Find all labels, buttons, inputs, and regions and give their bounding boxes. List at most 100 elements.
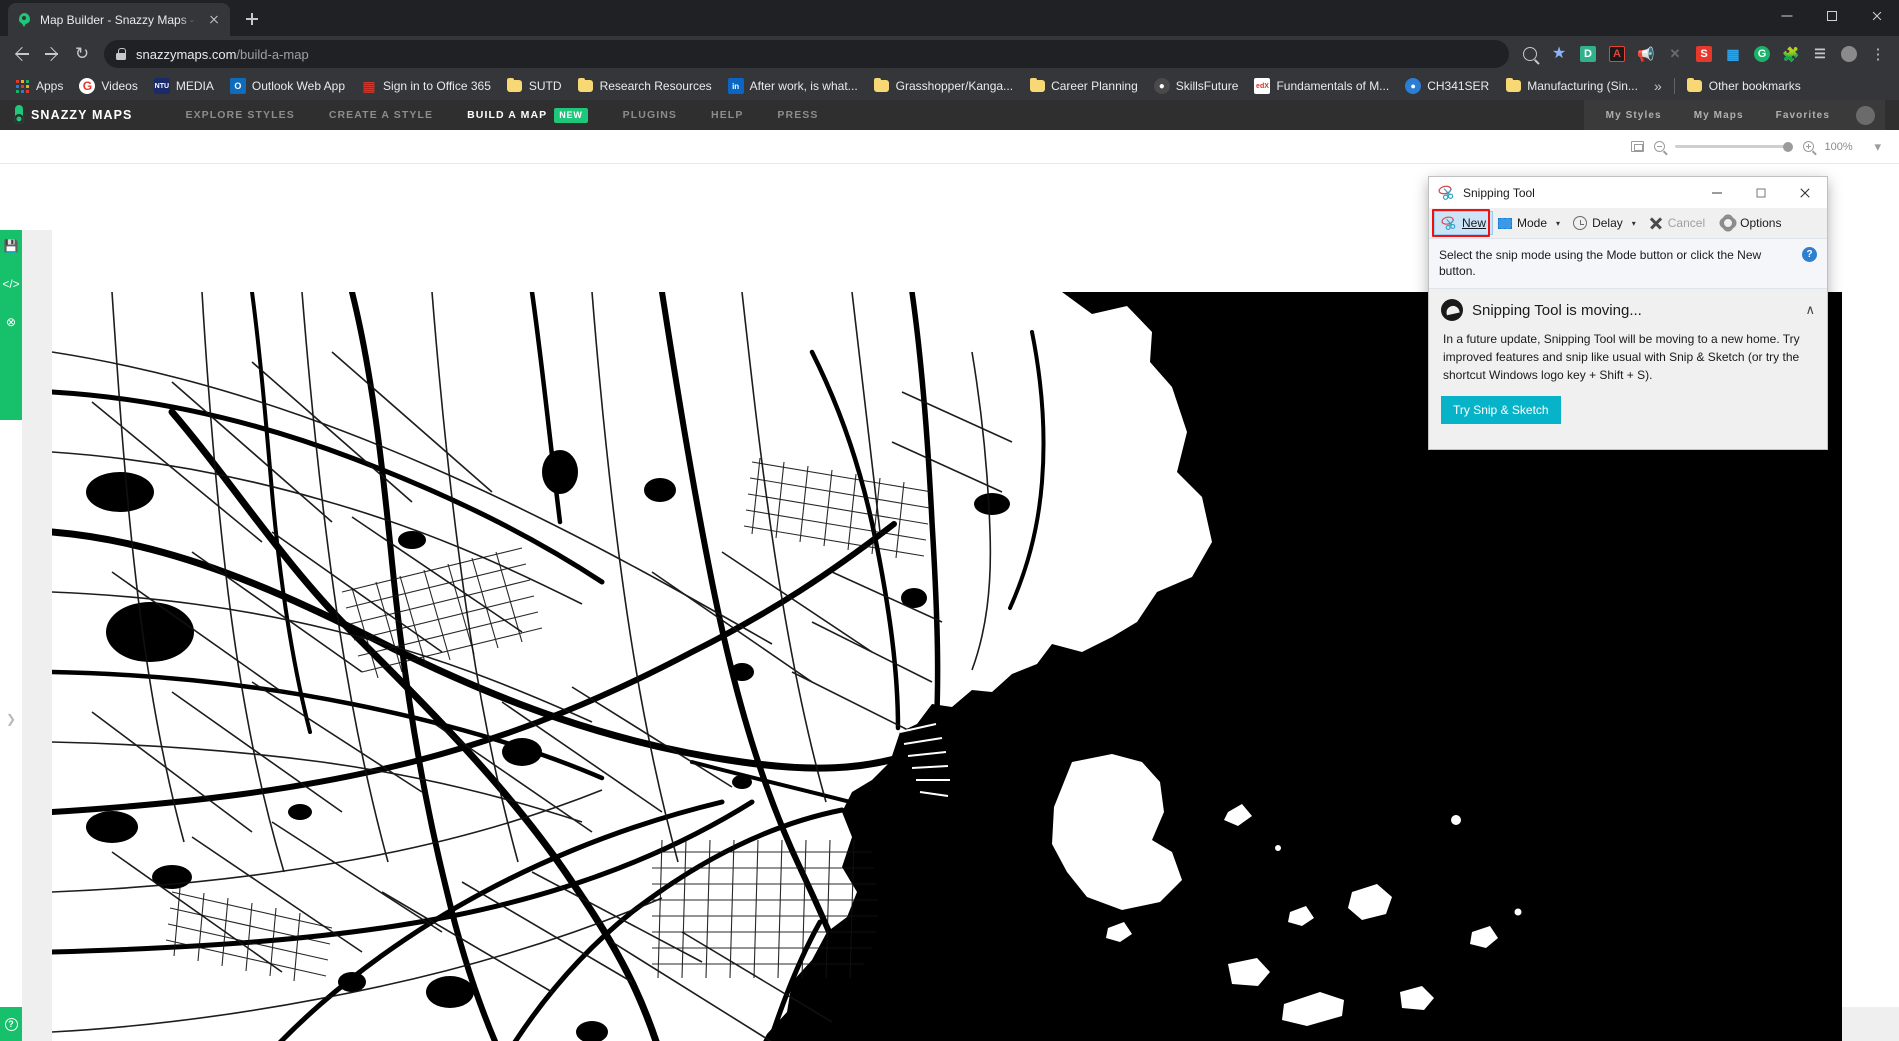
zoom-slider[interactable] — [1675, 145, 1793, 148]
zoom-slider-knob[interactable] — [1783, 142, 1793, 152]
folder-icon — [578, 78, 594, 94]
delay-caret-icon[interactable]: ▾ — [1629, 219, 1643, 228]
panel-collapse-handle[interactable]: ❯ — [6, 712, 16, 726]
extensions-puzzle-icon[interactable]: 🧩 — [1778, 41, 1804, 67]
bookmark-research-resources[interactable]: Research Resources — [570, 75, 720, 97]
bookmark-career-planning[interactable]: Career Planning — [1021, 75, 1146, 97]
bookmark-label: CH341SER — [1427, 79, 1489, 93]
bookmark-fundamentals-of-m[interactable]: edX Fundamentals of M... — [1246, 75, 1397, 97]
window-maximize-button[interactable] — [1809, 0, 1854, 32]
back-arrow-icon[interactable] — [8, 40, 36, 68]
snipping-close-button[interactable] — [1783, 177, 1827, 208]
extension-grammarly-icon[interactable]: G — [1749, 41, 1775, 67]
playlist-icon[interactable]: ☰ — [1807, 41, 1833, 67]
avatar[interactable] — [1856, 106, 1875, 125]
zoom-search-icon[interactable] — [1517, 41, 1543, 67]
screenshot-icon[interactable] — [1631, 141, 1644, 152]
delay-button[interactable]: Delay — [1567, 213, 1629, 233]
nav-new-badge: NEW — [554, 108, 587, 123]
nav-create-a-style[interactable]: CREATE A STYLE — [312, 109, 450, 121]
window-minimize-button[interactable] — [1764, 0, 1809, 32]
snazzy-maps-logo[interactable]: SNAZZY MAPS — [14, 105, 132, 125]
extension-x-icon[interactable]: ✕ — [1662, 41, 1688, 67]
chrome-menu-kebab-icon[interactable]: ⋮ — [1865, 41, 1891, 67]
extension-docs-icon[interactable]: D — [1575, 41, 1601, 67]
editor-rail: 💾 </> ⊗ — [0, 230, 22, 420]
bookmark-other-bookmarks[interactable]: Other bookmarks — [1679, 75, 1809, 97]
bookmark-label: SkillsFuture — [1176, 79, 1239, 93]
reload-icon[interactable]: ↻ — [68, 40, 96, 68]
snipping-hint-text: Select the snip mode using the Mode butt… — [1439, 247, 1794, 279]
bookmark-sutd[interactable]: SUTD — [499, 75, 570, 97]
try-snip-and-sketch-button[interactable]: Try Snip & Sketch — [1441, 396, 1561, 424]
forward-arrow-icon[interactable] — [38, 40, 66, 68]
snipping-tool-window[interactable]: Snipping Tool New — [1429, 177, 1827, 449]
new-button[interactable]: New — [1435, 212, 1492, 234]
extension-windows-icon[interactable]: ▦ — [1720, 41, 1746, 67]
nav-build-a-map[interactable]: BUILD A MAP — [450, 109, 564, 121]
snipping-tool-titlebar[interactable]: Snipping Tool — [1429, 177, 1827, 208]
bookmark-manufacturing-sin[interactable]: Manufacturing (Sin... — [1497, 75, 1646, 97]
options-button[interactable]: Options — [1715, 213, 1787, 233]
bookmark-videos[interactable]: G Videos — [71, 75, 145, 97]
bookmark-star-icon[interactable]: ★ — [1546, 41, 1572, 67]
bookmark-after-work-is-what[interactable]: in After work, is what... — [720, 75, 866, 97]
bookmarks-divider — [1674, 78, 1675, 94]
bookmark-ch341ser[interactable]: ● CH341SER — [1397, 75, 1497, 97]
profile-avatar-icon[interactable] — [1836, 41, 1862, 67]
window-close-button[interactable] — [1854, 0, 1899, 32]
bookmark-grasshopper-kangaroo[interactable]: Grasshopper/Kanga... — [866, 75, 1021, 97]
snipping-hint-bar: Select the snip mode using the Mode butt… — [1429, 238, 1827, 289]
nav-press[interactable]: PRESS — [760, 109, 835, 121]
browser-toolbar: ↻ snazzymaps.com/build-a-map ★ D A 📢 ✕ S… — [0, 36, 1899, 72]
extension-s-icon[interactable]: S — [1691, 41, 1717, 67]
snazzy-pin-icon — [14, 105, 24, 125]
snipping-maximize-button[interactable] — [1739, 177, 1783, 208]
outlook-icon: O — [230, 78, 246, 94]
nav-my-maps[interactable]: My Maps — [1678, 110, 1760, 121]
bookmark-label: Other bookmarks — [1709, 79, 1801, 93]
nav-explore-styles[interactable]: EXPLORE STYLES — [168, 109, 311, 121]
reset-icon[interactable]: ⊗ — [6, 316, 16, 328]
new-button-label: New — [1462, 216, 1486, 230]
bookmark-sign-in-to-office-365[interactable]: ▦ Sign in to Office 365 — [353, 75, 499, 97]
bookmark-label: Sign in to Office 365 — [383, 79, 491, 93]
bookmark-label: After work, is what... — [750, 79, 858, 93]
nav-my-styles[interactable]: My Styles — [1590, 110, 1678, 121]
tab-close-icon[interactable] — [206, 12, 222, 28]
code-icon[interactable]: </> — [2, 278, 19, 290]
extension-adobe-acrobat-icon[interactable]: A — [1604, 41, 1630, 67]
bookmark-skillsfuture[interactable]: ● SkillsFuture — [1146, 75, 1247, 97]
save-icon[interactable]: 💾 — [4, 240, 19, 252]
bookmark-label: MEDIA — [176, 79, 214, 93]
snipping-tool-title: Snipping Tool — [1463, 186, 1535, 200]
cancel-button: Cancel — [1643, 213, 1711, 233]
browser-tab[interactable]: Map Builder - Snazzy Maps - Free — [8, 3, 230, 36]
snipping-scissors-icon — [1438, 184, 1455, 201]
bookmark-label: Fundamentals of M... — [1276, 79, 1389, 93]
nav-plugins[interactable]: PLUGINS — [606, 109, 694, 121]
chevron-up-icon[interactable]: ∧ — [1805, 302, 1815, 318]
mode-caret-icon[interactable]: ▾ — [1553, 219, 1567, 228]
zoom-level-caret-icon[interactable]: ▾ — [1874, 139, 1881, 155]
bookmark-outlook-web-app[interactable]: O Outlook Web App — [222, 75, 353, 97]
browser-window: Map Builder - Snazzy Maps - Free ↻ snazz… — [0, 0, 1899, 1041]
address-bar[interactable]: snazzymaps.com/build-a-map — [104, 40, 1509, 68]
bookmark-apps[interactable]: Apps — [6, 75, 71, 97]
page-left-gutter — [22, 230, 52, 1007]
mode-button[interactable]: Mode — [1492, 213, 1553, 233]
extension-megaphone-icon[interactable]: 📢 — [1633, 41, 1659, 67]
zoom-out-icon[interactable] — [1654, 141, 1665, 152]
nav-help[interactable]: HELP — [694, 109, 760, 121]
nav-favorites[interactable]: Favorites — [1760, 110, 1846, 121]
snipping-minimize-button[interactable] — [1695, 177, 1739, 208]
help-circle-icon[interactable]: ? — [1802, 247, 1817, 262]
help-button[interactable]: ? — [0, 1007, 22, 1041]
bookmarks-overflow-button[interactable]: » — [1646, 78, 1670, 94]
bookmark-media[interactable]: NTU MEDIA — [146, 75, 222, 97]
zoom-in-icon[interactable] — [1803, 141, 1814, 152]
clock-icon — [1573, 216, 1587, 230]
linkedin-icon: in — [728, 78, 744, 94]
lock-icon — [116, 48, 126, 60]
new-tab-button[interactable] — [238, 5, 266, 33]
